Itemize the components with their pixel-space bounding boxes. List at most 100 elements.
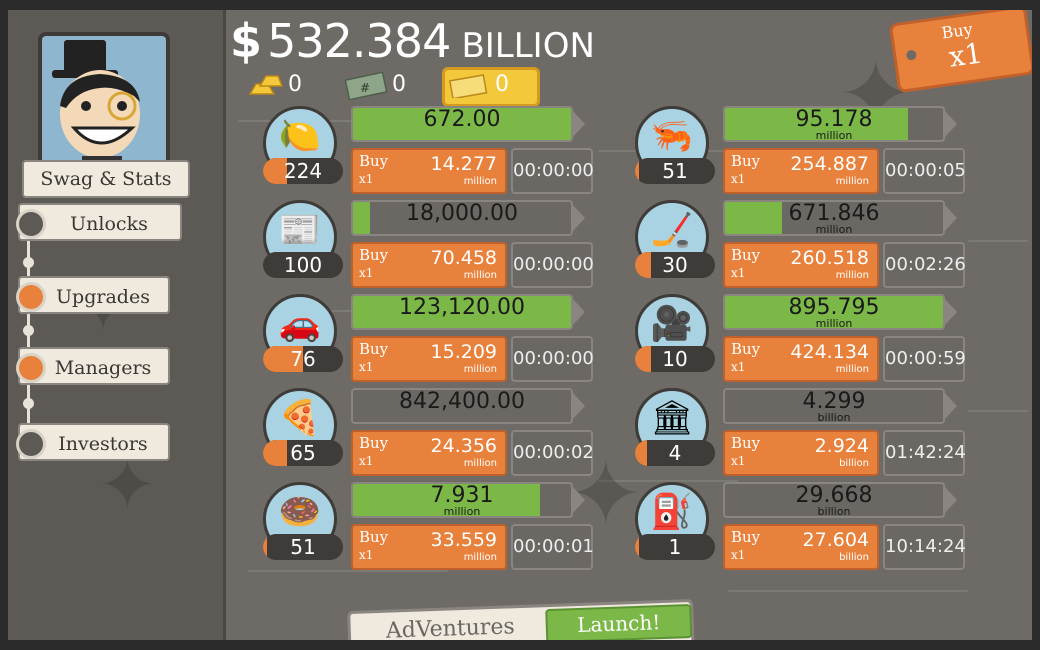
buy-business-button[interactable]: Buy x1 24.356 million: [351, 430, 507, 476]
adventures-panel: AdVentures Launch!: [347, 598, 695, 640]
owned-count: 76: [263, 346, 343, 372]
buy-business-button[interactable]: Buy x1 260.518 million: [723, 242, 879, 288]
buy-price-unit: million: [463, 364, 497, 375]
nav-indicator: [16, 209, 46, 239]
revenue-unit: million: [815, 317, 853, 330]
owned-count: 51: [263, 534, 343, 560]
buy-price: 2.924: [814, 435, 869, 457]
revenue-unit: billion: [817, 411, 851, 424]
pizza-icon: 🍕: [278, 398, 322, 438]
buy-business-button[interactable]: Buy x1 27.604 billion: [723, 524, 879, 570]
business-row: 18,000.00 📰 100 Buy x1 70.458 million 00…: [263, 200, 633, 292]
buy-price-unit: million: [835, 176, 869, 187]
lemon-icon: 🍋: [278, 116, 322, 156]
owned-progress: [635, 252, 651, 278]
buy-business-button[interactable]: Buy x1 2.924 billion: [723, 430, 879, 476]
cycle-timer: 00:02:26: [883, 242, 966, 288]
buy-price-unit: million: [463, 270, 497, 281]
money-display: $ 532.384 BILLION: [230, 14, 595, 68]
shrimp-icon: 🦐: [650, 116, 694, 156]
avatar[interactable]: [38, 32, 170, 170]
cycle-timer: 00:00:00: [511, 336, 594, 382]
business-row: 671.846 million 🏒 30 Buy x1 260.518 mill…: [635, 200, 1005, 292]
progress-arrow: [571, 203, 585, 233]
nav-indicator: [16, 353, 46, 383]
buy-business-button[interactable]: Buy x1 254.887 million: [723, 148, 879, 194]
buy-business-button[interactable]: Buy x1 15.209 million: [351, 336, 507, 382]
nav-upgrades-button[interactable]: Upgrades: [16, 276, 170, 314]
owned-count: 100: [263, 252, 343, 278]
nav-indicator: [16, 429, 46, 459]
buy-business-button[interactable]: Buy x1 70.458 million: [351, 242, 507, 288]
megabucks-icon: #: [344, 71, 388, 100]
buy-price: 24.356: [430, 435, 497, 457]
buy-price-unit: billion: [839, 552, 869, 563]
ticket-icon: [449, 74, 488, 98]
svg-text:#: #: [360, 81, 370, 95]
revenue-value: 842,400.00: [399, 389, 525, 414]
buy-business-button[interactable]: Buy x1 14.277 million: [351, 148, 507, 194]
buy-price-unit: million: [835, 270, 869, 281]
nav-unlocks-button[interactable]: Unlocks: [16, 203, 182, 241]
oil-rig-icon: ⛽: [650, 492, 694, 532]
tag-hole: [905, 49, 918, 61]
cycle-timer: 00:00:00: [511, 148, 594, 194]
owned-count: 224: [263, 158, 343, 184]
gold-count: 0: [288, 72, 302, 97]
buy-price-unit: million: [835, 364, 869, 375]
revenue-unit: million: [815, 129, 853, 142]
business-row: 95.178 million 🦐 51 Buy x1 254.887 milli…: [635, 106, 1005, 198]
buy-price: 15.209: [430, 341, 497, 363]
bank-icon: 🏛: [650, 398, 694, 438]
megabucks-count: 0: [392, 72, 406, 97]
car-icon: 🚗: [278, 304, 322, 344]
cycle-timer: 10:14:24: [883, 524, 966, 570]
business-row: 123,120.00 🚗 76 Buy x1 15.209 million 00…: [263, 294, 633, 386]
buy-price-unit: million: [463, 176, 497, 187]
game-frame: ✦ ✦ ✦ ✦ Swag & Stats Unlocks Upgrades Ma…: [8, 10, 1032, 640]
buy-business-button[interactable]: Buy x1 424.134 million: [723, 336, 879, 382]
buy-multiplier-button[interactable]: Buy x1: [888, 10, 1032, 94]
buy-business-button[interactable]: Buy x1 33.559 million: [351, 524, 507, 570]
cycle-timer: 00:00:01: [511, 524, 594, 570]
adventures-label: AdVentures: [385, 614, 516, 640]
business-row: 842,400.00 🍕 65 Buy x1 24.356 million 00…: [263, 388, 633, 480]
business-row: 4.299 billion 🏛 4 Buy x1 2.924 billion 0…: [635, 388, 1005, 480]
revenue-unit: billion: [817, 505, 851, 518]
business-row: 7.931 million 🍩 51 Buy x1 33.559 million…: [263, 482, 633, 574]
owned-count: 30: [635, 252, 715, 278]
nav-managers-button[interactable]: Managers: [16, 347, 170, 385]
revenue-value: 123,120.00: [399, 295, 525, 320]
owned-progress: [263, 440, 287, 466]
owned-progress: [635, 346, 651, 372]
owned-count: 4: [635, 440, 715, 466]
buy-price: 33.559: [430, 529, 497, 551]
launch-button[interactable]: Launch!: [545, 604, 693, 640]
swag-and-stats-button[interactable]: Swag & Stats: [22, 160, 190, 198]
revenue-value: 18,000.00: [406, 201, 518, 226]
tickets-button[interactable]: 0: [442, 67, 540, 107]
cycle-timer: 00:00:05: [883, 148, 966, 194]
newspaper-icon: 📰: [278, 210, 322, 250]
progress-arrow: [943, 203, 957, 233]
progress-arrow: [571, 109, 585, 139]
progress-arrow: [943, 485, 957, 515]
cycle-timer: 00:00:02: [511, 430, 594, 476]
buy-price-unit: billion: [839, 458, 869, 469]
owned-count: 51: [635, 158, 715, 184]
buy-price: 424.134: [790, 341, 869, 363]
buy-price: 260.518: [790, 247, 869, 269]
ticket-count: 0: [495, 72, 509, 97]
progress-arrow: [943, 109, 957, 139]
cycle-timer: 01:42:24: [883, 430, 966, 476]
nav-investors-button[interactable]: Investors: [16, 423, 170, 461]
donut-icon: 🍩: [278, 492, 322, 532]
nav-dot: [23, 325, 34, 336]
cycle-timer: 00:00:00: [511, 242, 594, 288]
owned-count: 10: [635, 346, 715, 372]
buy-price: 27.604: [802, 529, 869, 551]
nav-dot: [23, 398, 34, 409]
owned-count: 1: [635, 534, 715, 560]
gold-bars-icon: [248, 75, 284, 95]
owned-progress: [263, 534, 267, 560]
